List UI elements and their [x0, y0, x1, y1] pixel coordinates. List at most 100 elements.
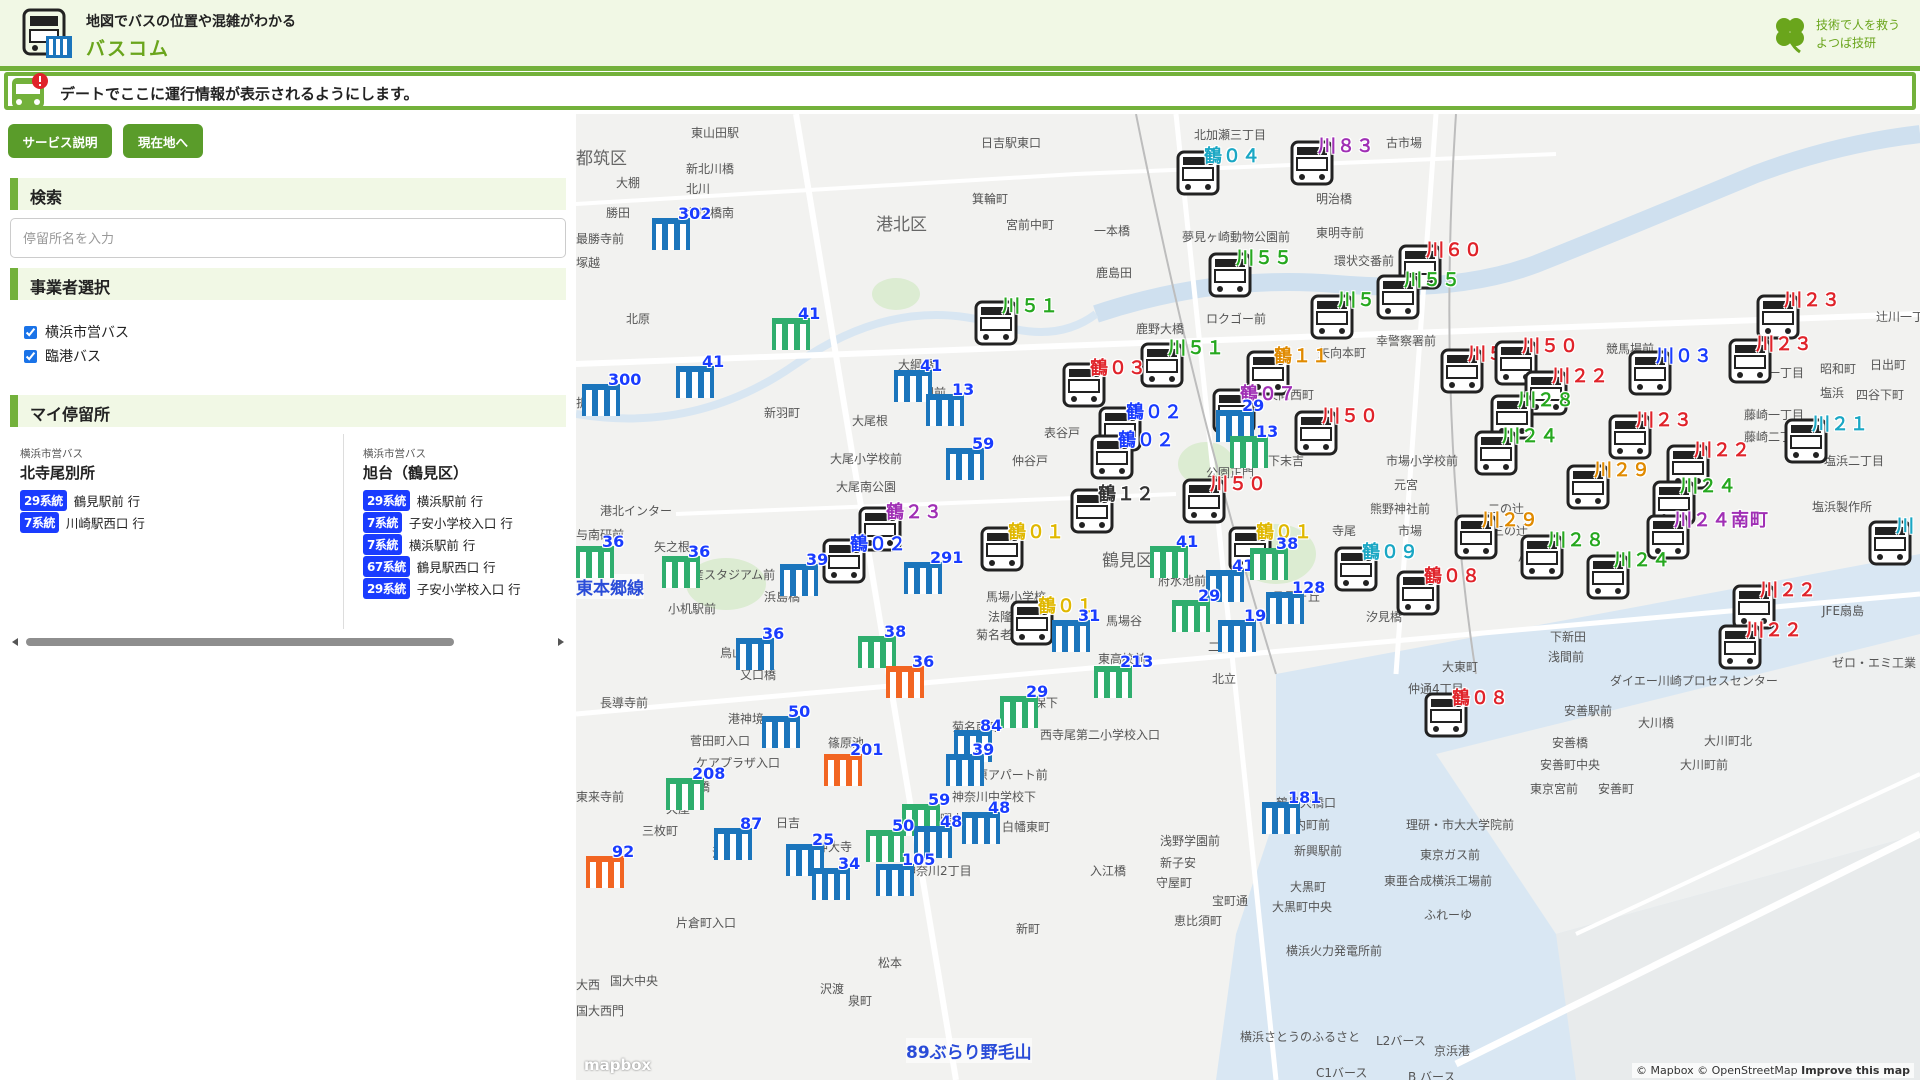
route-row[interactable]: 7系統 横浜駅前 行: [363, 534, 475, 555]
bus-route-label[interactable]: 鶴０２: [850, 530, 907, 556]
bus-route-label[interactable]: 鶴０２: [1118, 426, 1175, 452]
current-location-button[interactable]: 現在地へ: [123, 124, 203, 158]
route-row[interactable]: 67系統 鶴見駅西口 行: [363, 556, 496, 577]
bus-route-label[interactable]: 川５５: [1404, 266, 1461, 292]
crowd-count-label: 48: [940, 812, 963, 831]
crowd-count-label: 92: [612, 842, 635, 861]
service-notice: デートでここに運行情報が表示されるようにします。: [4, 72, 1916, 110]
map-place-label: 国大中央: [610, 974, 659, 988]
search-section-title: 検索: [30, 188, 63, 207]
card-divider: [343, 434, 344, 629]
bus-route-label[interactable]: 川２９: [1594, 456, 1651, 482]
map-place-label: 下新田: [1550, 630, 1587, 644]
operator-option-rinko[interactable]: 臨港バス: [24, 346, 101, 366]
improve-map-link[interactable]: Improve this map: [1801, 1064, 1910, 1077]
bus-route-label[interactable]: 鶴２３: [886, 498, 943, 524]
attribution-text[interactable]: © Mapbox © OpenStreetMap: [1636, 1064, 1801, 1077]
route-row[interactable]: 29系統 子安小学校入口 行: [363, 578, 521, 599]
bus-route-label[interactable]: 川５０: [1522, 332, 1579, 358]
crowd-count-label: 36: [602, 532, 625, 551]
map-place-label: 仲谷戸: [1012, 454, 1049, 468]
map-place-label: 大尾小学校前: [830, 452, 903, 466]
bus-route-label[interactable]: 川２８: [1518, 386, 1575, 412]
bus-route-label[interactable]: 鶴１１: [1274, 342, 1331, 368]
bus-route-label[interactable]: 川２９: [1482, 506, 1539, 532]
stop-search-input[interactable]: [10, 218, 566, 258]
operator-checkbox-yokohama[interactable]: [24, 325, 37, 339]
crowd-count-label: 41: [1176, 532, 1199, 551]
map-place-label: 安善駅前: [1564, 704, 1613, 718]
route-row[interactable]: 7系統 川崎駅西口 行: [20, 512, 145, 533]
scroll-left-arrow[interactable]: [12, 638, 18, 646]
bus-route-label[interactable]: 川６０: [1426, 236, 1483, 262]
map-place-label: 北加瀬三丁目: [1194, 128, 1267, 142]
map-place-label: 菅田町入口: [690, 734, 751, 748]
map-place-label: 浅間前: [1548, 650, 1585, 664]
bus-route-label[interactable]: 川２４: [1614, 546, 1671, 572]
stop-card[interactable]: 横浜市営バス 北寺尾別所 29系統 鶴見駅前 行 7系統 川崎駅西口 行: [10, 434, 340, 629]
scrollbar-thumb[interactable]: [26, 638, 454, 646]
bus-route-label[interactable]: 川２２: [1552, 362, 1609, 388]
map-place-label: B バース: [1408, 1070, 1456, 1080]
bus-route-label[interactable]: 鶴０３: [1090, 354, 1147, 380]
operator-checkbox-rinko[interactable]: [24, 349, 37, 363]
map-place-label: 大棚: [616, 176, 641, 190]
map-place-label: 港神境: [728, 712, 765, 726]
company-logo[interactable]: 技術で人を救う よつば技研: [1770, 14, 1900, 54]
crowd-count-label: 41: [920, 356, 943, 375]
operator-option-yokohama[interactable]: 横浜市営バス: [24, 322, 129, 342]
map-place-label: 最勝寺前: [576, 232, 625, 246]
bus-route-label[interactable]: 川２３: [1756, 330, 1813, 356]
map-place-label: 元宮: [1394, 478, 1419, 492]
bus-route-label[interactable]: 川５０: [1210, 470, 1267, 496]
bus-route-label[interactable]: 鶴０１: [1008, 518, 1065, 544]
bus-route-label[interactable]: 鶴０８: [1452, 684, 1509, 710]
bus-route-label[interactable]: 川２２: [1694, 436, 1751, 462]
bus-route-label[interactable]: 川２３: [1784, 286, 1841, 312]
bus-route-label[interactable]: 鶴０２: [1126, 398, 1183, 424]
bus-route-label[interactable]: 川２４: [1680, 472, 1737, 498]
bus-route-label[interactable]: 川２２: [1746, 616, 1803, 642]
route-row[interactable]: 7系統 子安小学校入口 行: [363, 512, 513, 533]
bus-route-label[interactable]: 川０３: [1656, 342, 1713, 368]
search-section-header: 検索: [10, 178, 566, 210]
map-ward-label: 都筑区: [576, 149, 627, 169]
operator-label: 横浜市営バス: [45, 325, 129, 341]
map-place-label: 塩浜製作所: [1812, 500, 1873, 514]
bus-route-label[interactable]: 川５５: [1236, 244, 1293, 270]
bus-route-label[interactable]: 川８３: [1318, 132, 1375, 158]
app-header: 地図でバスの位置や混雑がわかる バスコム 技術で人を救う よつば技研: [0, 0, 1920, 67]
map-place-label: 幸警察署前: [1376, 334, 1437, 348]
scroll-right-arrow[interactable]: [558, 638, 564, 646]
app-brand[interactable]: バスコム: [86, 34, 170, 61]
bus-route-label[interactable]: 川２２: [1760, 576, 1817, 602]
bus-route-label[interactable]: 鶴０８: [1424, 562, 1481, 588]
bus-route-label[interactable]: 川５０: [1322, 402, 1379, 428]
route-destination: 子安小学校入口 行: [408, 516, 513, 531]
bus-logo-icon: [22, 8, 72, 58]
route-row[interactable]: 29系統 鶴見駅前 行: [20, 490, 140, 511]
stops-horizontal-scrollbar[interactable]: [10, 635, 566, 649]
map-place-label: 馬場谷: [1106, 614, 1143, 628]
map-place-label: 市場: [1398, 524, 1423, 538]
bus-route-label[interactable]: 川: [1896, 512, 1915, 538]
service-description-button[interactable]: サービス説明: [8, 124, 112, 158]
map-attribution[interactable]: © Mapbox © OpenStreetMap Improve this ma…: [1632, 1063, 1914, 1078]
bus-route-label[interactable]: 鶴０４: [1204, 142, 1261, 168]
bus-route-label[interactable]: 川５１: [1002, 292, 1059, 318]
route-row[interactable]: 29系統 横浜駅前 行: [363, 490, 483, 511]
bus-route-label[interactable]: 鶴０９: [1362, 538, 1419, 564]
crowd-count-label: 13: [952, 380, 975, 399]
stop-card[interactable]: 横浜市営バス 旭台（鶴見区） 29系統 横浜駅前 行 7系統 子安小学校入口 行…: [353, 434, 566, 629]
bus-route-label[interactable]: 川２４南町: [1674, 506, 1769, 532]
bus-route-label[interactable]: 鶴１２: [1098, 480, 1155, 506]
map-place-label: 浅野学園前: [1160, 834, 1221, 848]
bus-route-label[interactable]: 川５１: [1168, 334, 1225, 360]
map-place-label: 入江橋: [1090, 864, 1127, 878]
mapbox-logo[interactable]: mapbox: [584, 1056, 651, 1074]
bus-route-label[interactable]: 川２１: [1812, 410, 1869, 436]
bus-route-label[interactable]: 川２４: [1502, 422, 1559, 448]
bus-route-label[interactable]: 川２３: [1636, 406, 1693, 432]
map-view[interactable]: 北加瀬三丁目 東山田駅 都筑区 新北川橋 日吉駅東口 古市場 大棚 北川 港北区 箕輪町 明治橋 北川…: [576, 114, 1920, 1080]
bus-route-label[interactable]: 川２８: [1548, 526, 1605, 552]
